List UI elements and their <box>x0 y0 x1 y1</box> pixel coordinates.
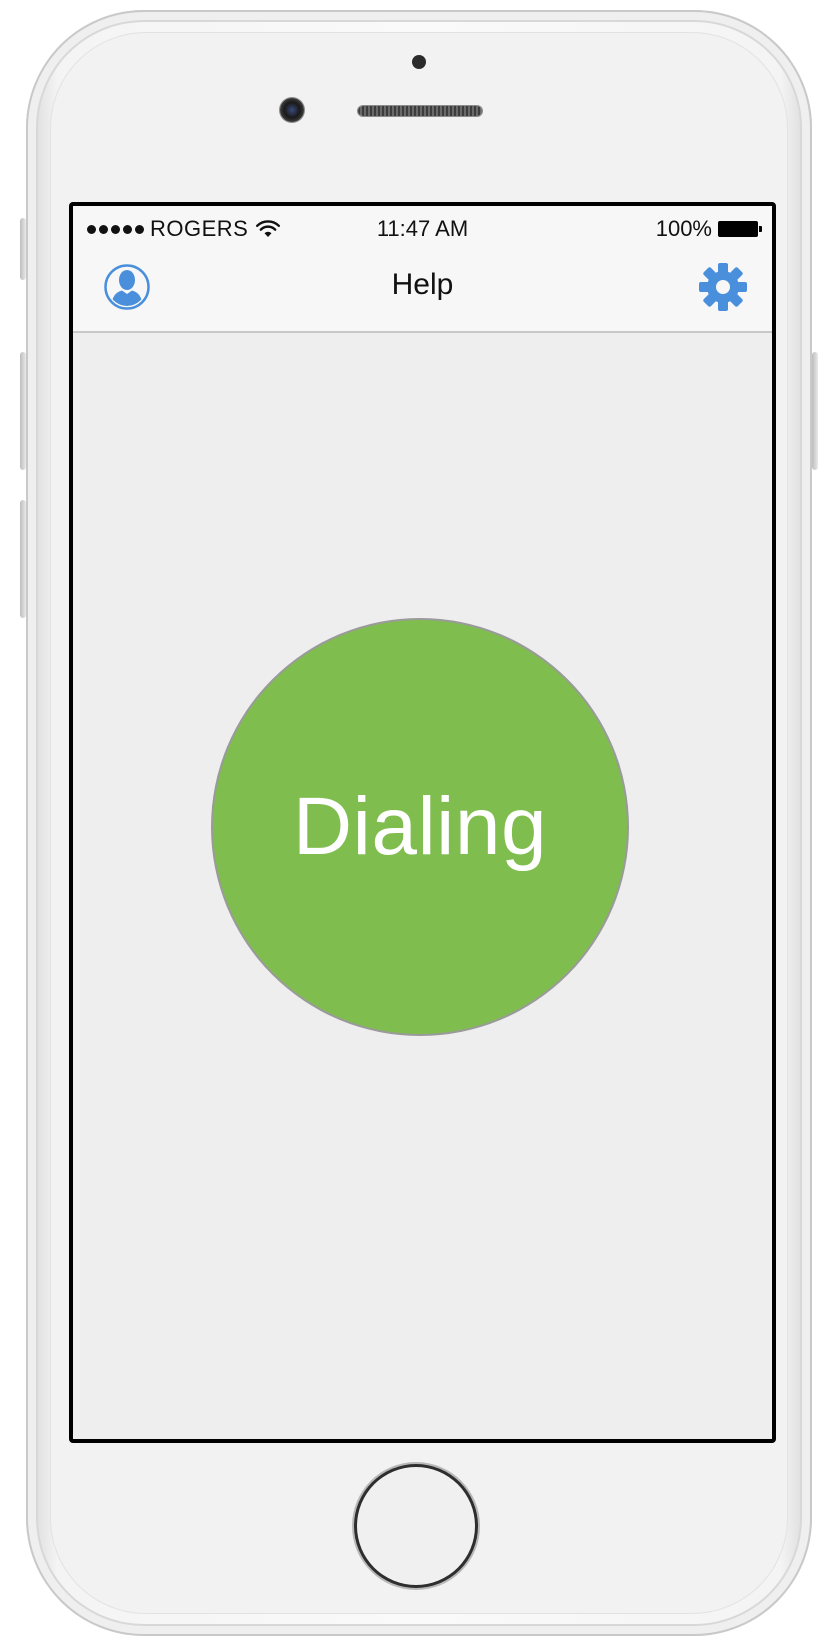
home-button[interactable] <box>357 1467 475 1585</box>
silent-switch <box>20 218 26 280</box>
page-title: Help <box>391 268 454 301</box>
dialing-button[interactable]: Dialing <box>213 620 627 1034</box>
navigation-bar: Help <box>73 246 772 333</box>
volume-down-button <box>20 500 26 618</box>
status-bar: ROGERS 11:47 AM 100% <box>73 206 772 246</box>
battery-percent: 100% <box>655 216 712 241</box>
battery-icon <box>718 221 762 237</box>
proximity-sensor <box>412 55 426 69</box>
phone-screen: ROGERS 11:47 AM 100% Help Dialing <box>69 202 776 1443</box>
status-right: 100% <box>655 216 762 242</box>
volume-up-button <box>20 352 26 470</box>
earpiece-speaker <box>358 106 482 116</box>
gear-icon[interactable] <box>698 262 748 312</box>
power-button <box>812 352 818 470</box>
front-camera <box>280 98 304 122</box>
